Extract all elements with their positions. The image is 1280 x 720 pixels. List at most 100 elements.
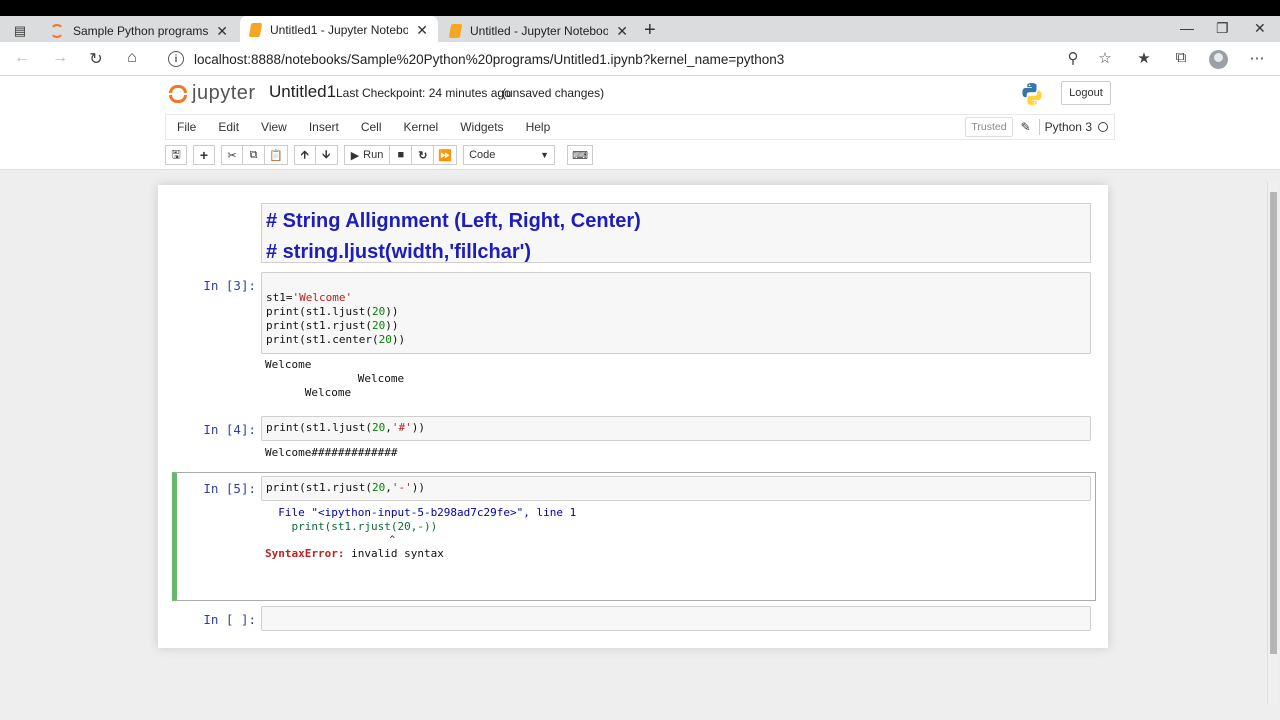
tab-untitled1[interactable]: Untitled1 - Jupyter Notebook ✕: [240, 16, 438, 44]
markdown-cell[interactable]: # String Allignment (Left, Right, Center…: [261, 203, 1091, 263]
trusted-badge[interactable]: Trusted: [965, 117, 1013, 137]
code-line: print(st1.ljust(20)): [266, 305, 399, 318]
tab-actions-icon[interactable]: ▤: [6, 21, 34, 41]
paste-button[interactable]: 📋: [265, 145, 288, 165]
pencil-icon[interactable]: ✎: [1021, 120, 1031, 134]
forward-icon[interactable]: →: [50, 49, 70, 67]
close-icon[interactable]: ✕: [416, 22, 428, 39]
output-line: Welcome: [265, 386, 352, 399]
error-caret: ^: [265, 535, 396, 545]
restart-button[interactable]: ↻: [412, 145, 435, 165]
error-output: File "<ipython-input-5-b298ad7c29fe>", l…: [265, 506, 576, 561]
interrupt-button[interactable]: ■: [390, 145, 413, 165]
save-button[interactable]: 🖫: [165, 145, 187, 165]
menu-kernel[interactable]: Kernel: [393, 120, 450, 134]
error-message: invalid syntax: [344, 547, 444, 560]
menu-widgets[interactable]: Widgets: [449, 120, 514, 134]
cell-prompt: In [3]:: [203, 278, 256, 293]
favorite-add-icon[interactable]: ☆: [1094, 49, 1116, 67]
kernel-name: Python 3: [1044, 120, 1092, 134]
scroll-thumb[interactable]: [1270, 192, 1277, 654]
tab-untitled[interactable]: Untitled - Jupyter Notebook ✕: [440, 18, 638, 44]
home-icon[interactable]: ⌂: [122, 49, 142, 67]
jupyter-logo[interactable]: jupyter: [168, 82, 256, 105]
cell-output: Welcome#############: [265, 446, 397, 460]
scrollbar[interactable]: [1267, 182, 1278, 704]
avatar[interactable]: [1209, 50, 1228, 69]
jupyter-header: jupyter Untitled1 Last Checkpoint: 24 mi…: [0, 76, 1280, 170]
menu-view[interactable]: View: [250, 120, 298, 134]
close-icon[interactable]: ✕: [216, 23, 228, 40]
code-line: st1='Welcome': [266, 291, 353, 304]
plus-icon: +: [199, 147, 209, 163]
error-name: SyntaxError:: [265, 547, 345, 560]
code-line: print(st1.rjust(20,'-')): [266, 481, 425, 494]
zoom-icon[interactable]: ⚲: [1062, 49, 1084, 67]
cut-button[interactable]: ✂: [221, 145, 243, 165]
jupyter-favicon-icon: [50, 24, 64, 38]
error-file-line: File "<ipython-input-5-b298ad7c29fe>", l…: [265, 506, 577, 519]
fast-forward-icon: ⏩: [438, 149, 453, 162]
code-cell-input[interactable]: st1='Welcome' print(st1.ljust(20)) print…: [261, 272, 1091, 354]
browser-window: ▤ Sample Python programs/ ✕ Untitled1 - …: [0, 0, 1280, 720]
close-icon[interactable]: ✕: [616, 23, 628, 40]
markdown-line-1: # String Allignment (Left, Right, Center…: [266, 210, 641, 232]
jupyter-logo-icon: [168, 83, 188, 105]
favorites-icon[interactable]: ★: [1133, 49, 1155, 67]
kernel-idle-icon: [1098, 122, 1108, 132]
copy-button[interactable]: ⧉: [243, 145, 265, 165]
notebook-title[interactable]: Untitled1: [269, 82, 336, 102]
insert-cell-button[interactable]: +: [193, 145, 215, 165]
cell-prompt: In [4]:: [203, 422, 256, 437]
cell-prompt: In [ ]:: [203, 612, 256, 627]
save-icon: 🖫: [171, 148, 181, 161]
minimize-icon[interactable]: —: [1180, 20, 1194, 36]
checkpoint-status: Last Checkpoint: 24 minutes ago: [336, 86, 511, 100]
move-up-button[interactable]: 🡩: [293, 145, 316, 165]
play-icon: ▶: [350, 149, 360, 162]
restore-icon[interactable]: ❐: [1216, 20, 1229, 37]
python-logo-icon: [1022, 83, 1042, 105]
arrow-up-icon: 🡩: [300, 148, 309, 161]
cell-prompt: In [5]:: [203, 481, 256, 496]
command-palette-button[interactable]: ⌨: [567, 145, 593, 165]
refresh-icon[interactable]: ↻: [86, 49, 106, 69]
menu-cell[interactable]: Cell: [350, 120, 393, 134]
empty-code-cell-input[interactable]: [261, 606, 1091, 631]
chevron-down-icon: ▼: [540, 150, 550, 160]
new-tab-icon[interactable]: +: [644, 19, 656, 42]
menu-file[interactable]: File: [166, 120, 207, 134]
arrow-down-icon: 🡫: [322, 148, 331, 161]
move-down-button[interactable]: 🡫: [315, 145, 338, 165]
stop-icon: ■: [397, 149, 405, 161]
site-info-icon[interactable]: i: [168, 51, 184, 67]
code-cell-input[interactable]: print(st1.rjust(20,'-')): [261, 476, 1091, 501]
tab-sample-python[interactable]: Sample Python programs/ ✕: [40, 18, 238, 44]
menu-help[interactable]: Help: [515, 120, 562, 134]
notebook-favicon-icon: [248, 23, 263, 37]
cell-type-select[interactable]: Code ▼: [463, 145, 556, 165]
menu-bar: File Edit View Insert Cell Kernel Widget…: [165, 114, 1115, 140]
run-button[interactable]: ▶ Run: [343, 145, 391, 165]
run-label: Run: [363, 149, 384, 161]
menu-edit[interactable]: Edit: [207, 120, 250, 134]
restart-run-all-button[interactable]: ⏩: [434, 145, 458, 165]
restart-icon: ↻: [418, 149, 428, 162]
notebook-favicon-icon: [448, 24, 463, 38]
copy-icon: ⧉: [249, 148, 258, 161]
url-field[interactable]: i localhost:8888/notebooks/Sample%20Pyth…: [158, 46, 1120, 72]
close-window-icon[interactable]: ✕: [1254, 20, 1266, 37]
notebook-toolbar: 🖫 + ✂ ⧉ 📋 🡩 🡫 ▶ Run ■ ↻ ⏩ Code ▼ ⌨: [165, 144, 599, 166]
logout-button[interactable]: Logout: [1061, 81, 1111, 105]
output-line: Welcome: [265, 372, 405, 385]
tab-label: Untitled - Jupyter Notebook: [470, 24, 609, 38]
kernel-status-area: Trusted ✎ Python 3: [965, 117, 1108, 137]
output-line: Welcome: [265, 358, 312, 371]
keyboard-icon: ⌨: [572, 149, 588, 162]
collections-icon[interactable]: ⧉: [1170, 49, 1192, 66]
code-cell-input[interactable]: print(st1.ljust(20,'#')): [261, 416, 1091, 441]
back-icon[interactable]: ←: [12, 49, 32, 67]
menu-insert[interactable]: Insert: [298, 120, 350, 134]
more-icon[interactable]: ⋯: [1246, 49, 1268, 67]
